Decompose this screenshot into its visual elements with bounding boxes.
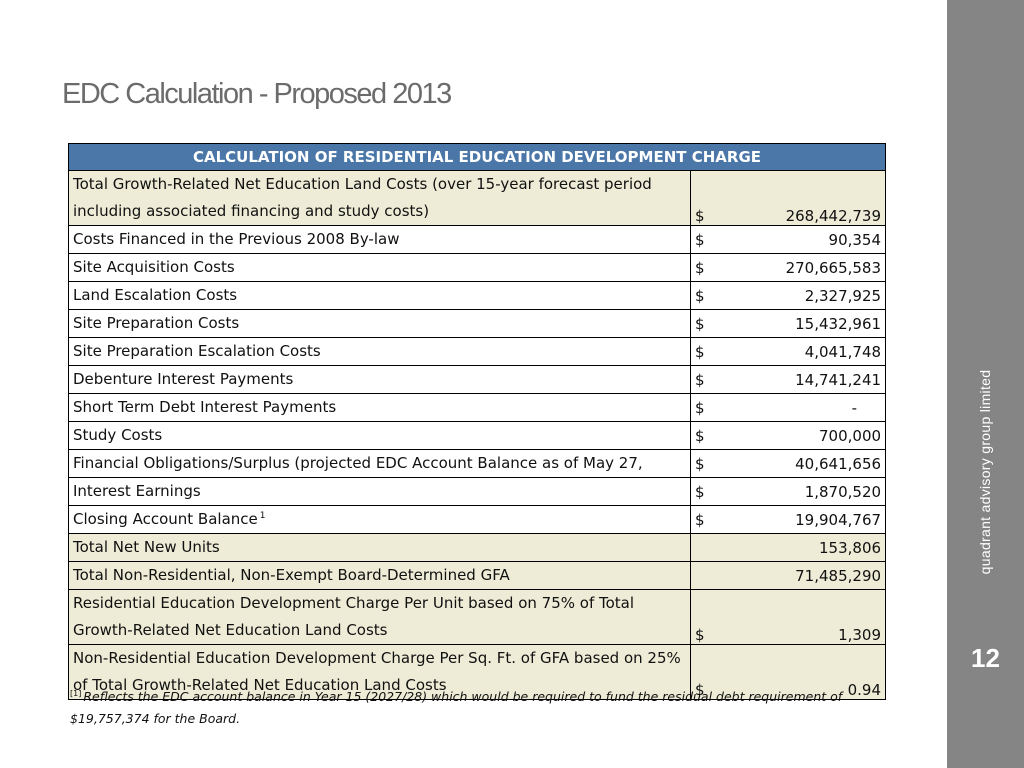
table-row: Short Term Debt Interest Payments $ -	[68, 393, 887, 422]
row-currency: $	[690, 365, 731, 394]
row-currency	[690, 561, 731, 590]
table-row: Interest Earnings $ 1,870,520	[68, 477, 887, 506]
row-currency: $	[690, 589, 731, 645]
table-row: Site Preparation Escalation Costs $ 4,04…	[68, 337, 887, 366]
table-row: Costs Financed in the Previous 2008 By-l…	[68, 225, 887, 254]
row-value: 40,641,656	[730, 449, 887, 478]
footnote: [1] Reflects the EDC account balance in Y…	[70, 686, 885, 730]
table-header-row: CALCULATION OF RESIDENTIAL EDUCATION DEV…	[67, 143, 887, 171]
row-label: Land Escalation Costs	[68, 281, 691, 310]
row-label: Short Term Debt Interest Payments	[68, 393, 691, 422]
row-value: 153,806	[730, 533, 887, 562]
row-label: Closing Account Balance	[73, 510, 258, 528]
row-value: 2,327,925	[730, 281, 887, 310]
row-currency: $	[690, 337, 731, 366]
slide-title: EDC Calculation - Proposed 2013	[62, 78, 452, 110]
table-row: Site Preparation Costs $ 15,432,961	[68, 309, 887, 338]
table-row: Total Non-Residential, Non-Exempt Board-…	[68, 561, 887, 590]
table-row: Closing Account Balance 1 $ 19,904,767	[68, 505, 887, 534]
table-row: Financial Obligations/Surplus (projected…	[68, 449, 887, 478]
row-currency: $	[690, 225, 731, 254]
table-row: Debenture Interest Payments $ 14,741,241	[68, 365, 887, 394]
table-row: Site Acquisition Costs $ 270,665,583	[68, 253, 887, 282]
row-currency: $	[690, 449, 731, 478]
edc-calculation-table: CALCULATION OF RESIDENTIAL EDUCATION DEV…	[67, 143, 887, 700]
row-value: 14,741,241	[730, 365, 887, 394]
row-label: Total Non-Residential, Non-Exempt Board-…	[68, 561, 691, 590]
row-currency: $	[690, 309, 731, 338]
row-currency	[690, 533, 731, 562]
page-number: 12	[971, 643, 1000, 673]
table-row: Land Escalation Costs $ 2,327,925	[68, 281, 887, 310]
row-currency: $	[690, 281, 731, 310]
row-value: 1,870,520	[730, 477, 887, 506]
row-value: 15,432,961	[730, 309, 887, 338]
table-header: CALCULATION OF RESIDENTIAL EDUCATION DEV…	[67, 143, 887, 171]
row-value: 1,309	[730, 589, 887, 645]
row-value: 90,354	[730, 225, 887, 254]
table-row: Total Growth-Related Net Education Land …	[68, 170, 887, 226]
row-value: 270,665,583	[730, 253, 887, 282]
row-value: 71,485,290	[730, 561, 887, 590]
table-row: Total Net New Units 153,806	[68, 533, 887, 562]
row-currency: $	[690, 170, 731, 226]
row-label: Costs Financed in the Previous 2008 By-l…	[68, 225, 691, 254]
row-currency: $	[690, 421, 731, 450]
row-label: Site Preparation Costs	[68, 309, 691, 338]
row-value: 19,904,767	[730, 505, 887, 534]
row-label: Total Growth-Related Net Education Land …	[68, 170, 691, 226]
row-value: 700,000	[730, 421, 887, 450]
brand-label: quadrant advisory group limited	[977, 369, 993, 575]
row-label: Site Preparation Escalation Costs	[68, 337, 691, 366]
row-label-cell: Closing Account Balance 1	[68, 505, 691, 534]
table-row: Study Costs $ 700,000	[68, 421, 887, 450]
footnote-ref: 1	[259, 511, 266, 521]
row-value: -	[730, 393, 887, 422]
row-value: 268,442,739	[730, 170, 887, 226]
row-label: Site Acquisition Costs	[68, 253, 691, 282]
row-currency: $	[690, 393, 731, 422]
row-label: Interest Earnings	[68, 477, 691, 506]
row-label: Residential Education Development Charge…	[68, 589, 691, 645]
footnote-marker: [1]	[70, 688, 82, 698]
row-label: Total Net New Units	[68, 533, 691, 562]
row-value: 4,041,748	[730, 337, 887, 366]
row-label: Debenture Interest Payments	[68, 365, 691, 394]
footnote-text: Reflects the EDC account balance in Year…	[70, 689, 843, 726]
table-row: Residential Education Development Charge…	[68, 589, 887, 645]
row-label: Financial Obligations/Surplus (projected…	[68, 449, 691, 478]
row-currency: $	[690, 477, 731, 506]
row-currency: $	[690, 505, 731, 534]
row-currency: $	[690, 253, 731, 282]
row-label: Study Costs	[68, 421, 691, 450]
